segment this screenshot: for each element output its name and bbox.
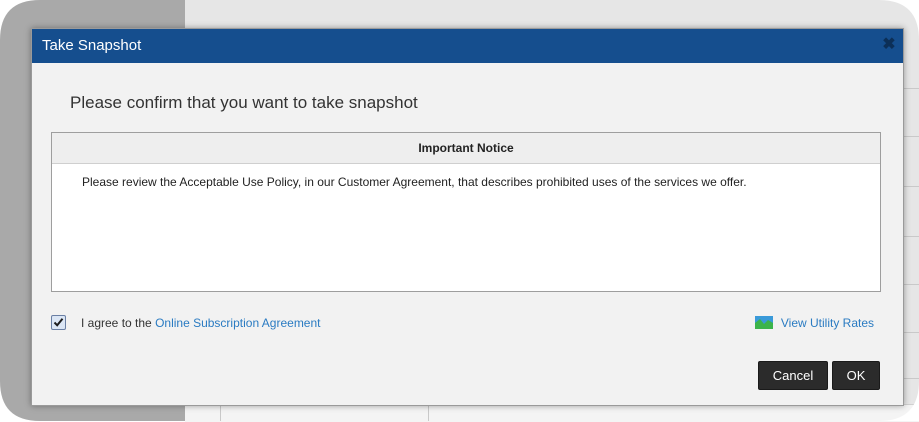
agree-checkbox[interactable] (51, 315, 66, 330)
take-snapshot-dialog: Take Snapshot ✖ Please confirm that you … (31, 28, 904, 406)
notice-body: Please review the Acceptable Use Policy,… (82, 175, 747, 189)
agree-label: I agree to the Online Subscription Agree… (81, 316, 321, 330)
dialog-titlebar[interactable]: Take Snapshot ✖ (32, 29, 903, 63)
ok-button[interactable]: OK (832, 361, 880, 390)
agree-label-prefix: I agree to the (81, 316, 156, 330)
view-utility-rates-link[interactable]: View Utility Rates (754, 316, 874, 332)
dialog-title: Take Snapshot (42, 37, 142, 54)
view-utility-rates-label: View Utility Rates (780, 316, 874, 330)
chart-icon (754, 316, 773, 329)
checkmark-icon (53, 318, 64, 327)
background-column-divider (428, 404, 429, 421)
notice-header: Important Notice (52, 133, 880, 164)
background-column-divider (220, 404, 221, 421)
online-subscription-agreement-link[interactable]: Online Subscription Agreement (155, 316, 320, 330)
background-table-row (185, 404, 919, 422)
close-x-icon[interactable]: ✖ (881, 37, 897, 53)
confirm-prompt: Please confirm that you want to take sna… (70, 93, 418, 112)
cancel-button[interactable]: Cancel (758, 361, 828, 390)
important-notice-panel: Important Notice Please review the Accep… (51, 132, 881, 292)
